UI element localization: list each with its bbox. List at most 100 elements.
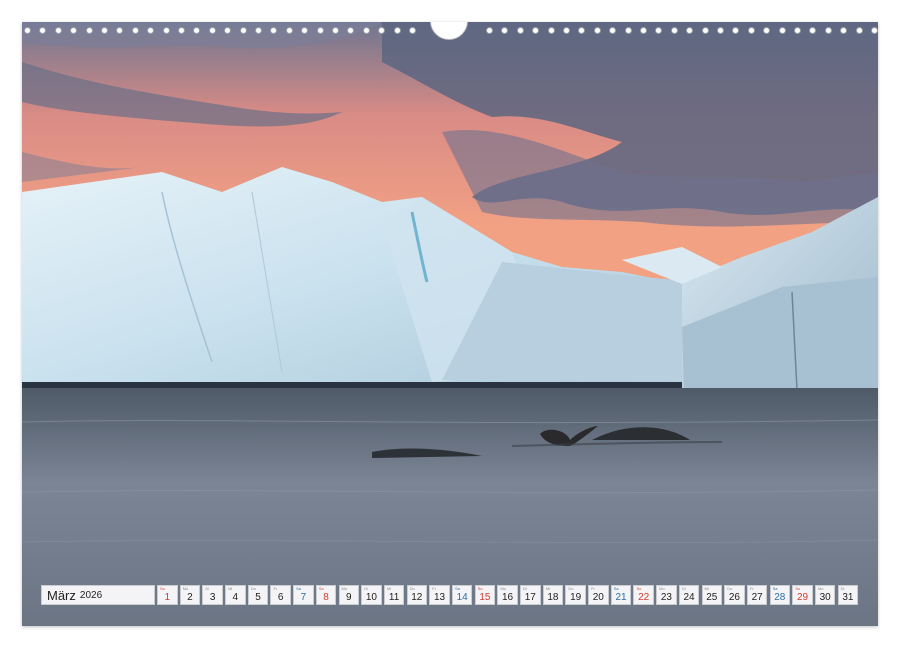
weekday-label: Mi (387, 586, 391, 591)
day-cell: Mo23 (656, 585, 677, 605)
binding-hole (563, 27, 570, 34)
binding-hole (163, 27, 170, 34)
binding-hole (856, 27, 863, 34)
binding-hole (779, 27, 786, 34)
binding-hole (317, 27, 324, 34)
binding-hole (640, 27, 647, 34)
weekday-label: So (160, 586, 165, 591)
binding-hole (625, 27, 632, 34)
day-cell: So1 (157, 585, 178, 605)
day-number: 14 (453, 592, 472, 604)
binding-hole (86, 27, 93, 34)
day-number: 19 (566, 592, 585, 604)
weekday-label: Sa (455, 586, 460, 591)
weekday-label: Di (364, 586, 368, 591)
day-cell: So8 (316, 585, 337, 605)
day-cell: Do19 (565, 585, 586, 605)
day-number: 1 (158, 592, 177, 604)
day-cell: Mi11 (384, 585, 405, 605)
weekday-label: Mo (500, 586, 506, 591)
day-number: 18 (544, 592, 563, 604)
weekday-label: So (795, 586, 800, 591)
day-number: 24 (680, 592, 699, 604)
day-number: 3 (203, 592, 222, 604)
day-number: 28 (771, 592, 790, 604)
calendar-page: März 2026 So1Mo2Di3Mi4Do5Fr6Sa7So8Mo9Di1… (22, 22, 878, 626)
weekday-label: Do (568, 586, 573, 591)
binding-hole (286, 27, 293, 34)
binding-hole (840, 27, 847, 34)
weekday-label: So (319, 586, 324, 591)
binding-hole (532, 27, 539, 34)
day-number: 10 (362, 592, 381, 604)
binding-hole (178, 27, 185, 34)
day-cells: So1Mo2Di3Mi4Do5Fr6Sa7So8Mo9Di10Mi11Do12F… (157, 585, 860, 607)
day-cell: So15 (475, 585, 496, 605)
weekday-label: Sa (614, 586, 619, 591)
day-cell: Fr20 (588, 585, 609, 605)
day-number: 29 (793, 592, 812, 604)
day-cell: Mi25 (702, 585, 723, 605)
weekday-label: Fr (750, 586, 754, 591)
day-cell: So29 (792, 585, 813, 605)
binding-hole (224, 27, 231, 34)
weekday-label: Fr (432, 586, 436, 591)
weekday-label: Do (251, 586, 256, 591)
day-cell: Sa14 (452, 585, 473, 605)
weekday-label: Mo (659, 586, 665, 591)
day-number: 17 (521, 592, 540, 604)
binding-hole (116, 27, 123, 34)
binding-hole (347, 27, 354, 34)
day-number: 11 (385, 592, 404, 604)
binding-hole (209, 27, 216, 34)
day-cell: Sa7 (293, 585, 314, 605)
day-number: 15 (476, 592, 495, 604)
weekday-label: Mo (342, 586, 348, 591)
weekday-label: Di (682, 586, 686, 591)
day-cell: Mo30 (815, 585, 836, 605)
weekday-label: Mo (183, 586, 189, 591)
day-cell: Mi4 (225, 585, 246, 605)
binding-hole (70, 27, 77, 34)
binding-hole (671, 27, 678, 34)
binding-hole (363, 27, 370, 34)
day-cell: Di17 (520, 585, 541, 605)
binding-hole (548, 27, 555, 34)
day-number: 27 (748, 592, 767, 604)
day-cell: So22 (633, 585, 654, 605)
binding-hole (132, 27, 139, 34)
weekday-label: Mi (546, 586, 550, 591)
day-cell: Di3 (202, 585, 223, 605)
weekday-label: Fr (273, 586, 277, 591)
day-cell: Di31 (838, 585, 859, 605)
day-number: 8 (317, 592, 336, 604)
binding-hole (255, 27, 262, 34)
day-number: 31 (839, 592, 858, 604)
day-number: 7 (294, 592, 313, 604)
ring-binding (22, 22, 878, 42)
binding-hole (794, 27, 801, 34)
photo-icebergs-whales (22, 22, 878, 626)
binding-hole (594, 27, 601, 34)
day-cell: Do12 (407, 585, 428, 605)
binding-hole (332, 27, 339, 34)
month-year: 2026 (80, 590, 102, 601)
binding-hole (240, 27, 247, 34)
day-number: 9 (340, 592, 359, 604)
day-number: 26 (725, 592, 744, 604)
binding-hole (409, 27, 416, 34)
binding-hole (55, 27, 62, 34)
weekday-label: Mi (228, 586, 232, 591)
day-cell: Sa28 (770, 585, 791, 605)
binding-hole (39, 27, 46, 34)
day-number: 23 (657, 592, 676, 604)
binding-hole (517, 27, 524, 34)
day-cell: Mi18 (543, 585, 564, 605)
day-number: 25 (703, 592, 722, 604)
weekday-label: Sa (773, 586, 778, 591)
day-cell: Mo9 (339, 585, 360, 605)
binding-hole (732, 27, 739, 34)
weekday-label: Do (727, 586, 732, 591)
weekday-label: Di (841, 586, 845, 591)
month-name: März (47, 588, 76, 603)
